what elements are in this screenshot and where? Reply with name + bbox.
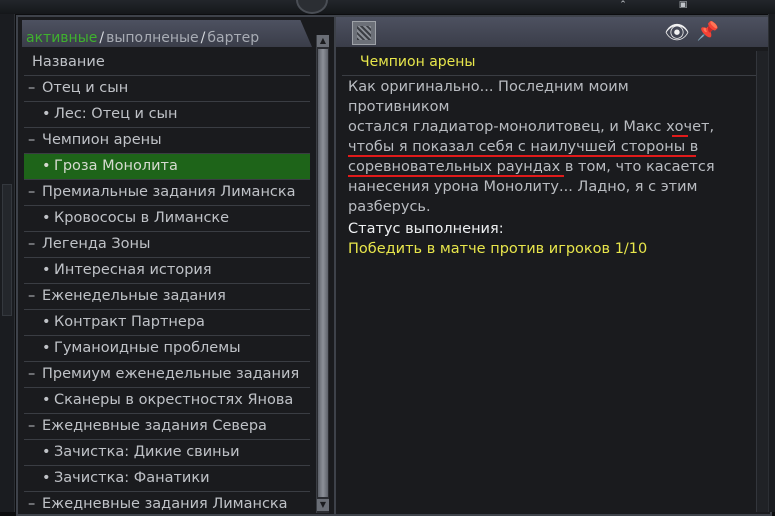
tab-active[interactable]: активные (26, 30, 97, 46)
quest-label: Интересная история (54, 262, 212, 278)
desc-line: Как оригинально... Последним моим против… (348, 79, 629, 115)
collapse-dash: – (28, 132, 36, 148)
desc-line: соревновательных раундах в том, что каса… (348, 159, 715, 175)
detail-header: 👁 📌 (336, 17, 770, 47)
quest-group-row[interactable]: – Чемпион арены (24, 128, 310, 154)
status-value: Победить в матче против игроков 1/10 (348, 241, 648, 257)
quest-group-row[interactable]: – Ежедневные задания Лиманска (24, 492, 310, 514)
tab-separator: / (99, 30, 105, 46)
bullet: • (42, 314, 51, 330)
quest-row[interactable]: • Сканеры в окрестностях Янова (24, 388, 310, 414)
desc-line: разберусь. (348, 199, 431, 215)
tab-separator: / (200, 30, 206, 46)
quest-label: Зачистка: Дикие свиньи (54, 444, 240, 460)
collapse-dash: – (28, 496, 36, 512)
quest-label: Гуманоидные проблемы (54, 340, 241, 356)
quest-group-row[interactable]: – Отец и сын (24, 76, 310, 102)
eye-icon[interactable]: 👁 (662, 21, 692, 43)
left-frame (0, 14, 15, 512)
quest-label: Легенда Зоны (42, 236, 151, 252)
quest-row[interactable]: • Зачистка: Дикие свиньи (24, 440, 310, 466)
quest-tabs-header: активные / выполненые / бартер (22, 20, 312, 47)
quest-row[interactable]: • Гуманоидные проблемы (24, 336, 310, 362)
quest-label: Гроза Монолита (54, 158, 178, 174)
quest-group-row[interactable]: – Легенда Зоны (24, 232, 310, 258)
scroll-down-button[interactable]: ▼ (317, 499, 329, 511)
collapse-dash: – (28, 80, 36, 96)
quest-label: Премиум еженедельные задания (42, 366, 300, 382)
collapse-dash: – (28, 184, 36, 200)
quest-list: Название – Отец и сын • Лес: Отец и сын – Чем… (24, 50, 310, 514)
antenna-icon: ⌃ (619, 0, 627, 10)
bullet: • (42, 262, 51, 278)
bullet: • (42, 340, 51, 356)
quest-label: Лес: Отец и сын (54, 106, 178, 122)
quest-row[interactable]: • Гроза Монолита (24, 154, 310, 180)
quest-detail-panel: 👁 📌 Чемпион арены Как оригинально... Пос… (334, 15, 772, 516)
collapse-dash: – (28, 366, 36, 382)
quest-label: Кровососы в Лиманске (54, 210, 230, 226)
quest-label: Контракт Партнера (54, 314, 205, 330)
quest-label: Премиальные задания Лиманска (42, 184, 296, 200)
scroll-up-button[interactable]: ▲ (317, 35, 329, 47)
quest-label: Ежедневные задания Севера (42, 418, 267, 434)
quest-icon (352, 21, 376, 45)
window-top-frame: ⌃ ▣ (0, 0, 775, 14)
quest-group-row[interactable]: – Премиум еженедельные задания (24, 362, 310, 388)
quest-label: Еженедельные задания (42, 288, 226, 304)
underline-mark (672, 135, 688, 137)
quest-label: Отец и сын (42, 80, 129, 96)
quest-label: Сканеры в окрестностях Янова (54, 392, 294, 408)
collapse-dash: – (28, 418, 36, 434)
frame-knob (296, 0, 328, 14)
status-label: Статус выполнения: (348, 221, 504, 237)
pin-icon[interactable]: 📌 (696, 20, 720, 44)
quest-row[interactable]: • Интересная история (24, 258, 310, 284)
quest-row[interactable]: • Лес: Отец и сын (24, 102, 310, 128)
quest-label: Ежедневные задания Лиманска (42, 496, 288, 512)
list-header-name: Название (24, 50, 310, 76)
bullet: • (42, 470, 51, 486)
collapse-dash: – (28, 288, 36, 304)
desc-line: чтобы я показал себя с наилучшей стороны… (348, 139, 699, 155)
quest-row[interactable]: • Кровососы в Лиманске (24, 206, 310, 232)
quest-list-scrollbar[interactable]: ▲ ▼ (316, 35, 329, 513)
quest-group-row[interactable]: – Премиальные задания Лиманска (24, 180, 310, 206)
quest-title-row: Чемпион арены (342, 50, 766, 76)
quest-label: Зачистка: Фанатики (54, 470, 210, 486)
quest-description: Как оригинально... Последним моим против… (348, 77, 724, 217)
scroll-thumb[interactable] (318, 49, 328, 497)
underline-mark (348, 175, 564, 177)
collapse-dash: – (28, 236, 36, 252)
quest-label: Чемпион арены (42, 132, 162, 148)
quest-list-panel: активные / выполненые / бартер Название – Оте… (16, 15, 334, 516)
bullet: • (42, 444, 51, 460)
desc-line: остался гладиатор-монолитовец, и Макс хо… (348, 119, 715, 135)
desc-line: нанесения урона Монолиту... Ладно, я с э… (348, 179, 698, 195)
window-icon: ▣ (678, 0, 688, 10)
right-frame (768, 14, 775, 512)
quest-row[interactable]: • Зачистка: Фанатики (24, 466, 310, 492)
tab-barter[interactable]: бартер (207, 30, 259, 46)
tab-completed[interactable]: выполненые (106, 30, 199, 46)
bullet: • (42, 210, 51, 226)
quest-title: Чемпион арены (360, 54, 476, 70)
quest-row[interactable]: • Контракт Партнера (24, 310, 310, 336)
underline-mark (348, 155, 696, 157)
bullet: • (42, 106, 51, 122)
quest-group-row[interactable]: – Еженедельные задания (24, 284, 310, 310)
quest-group-row[interactable]: – Ежедневные задания Севера (24, 414, 310, 440)
bullet: • (42, 392, 51, 408)
bullet: • (42, 158, 51, 174)
